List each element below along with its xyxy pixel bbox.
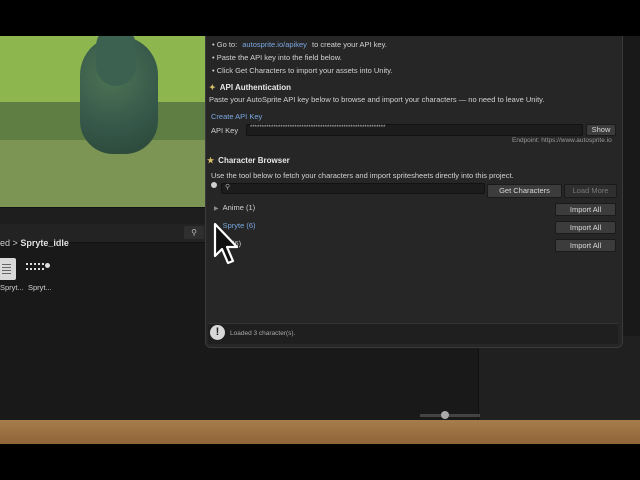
breadcrumb-separator: >	[12, 238, 18, 248]
star-icon: ★	[207, 156, 215, 165]
get-characters-button[interactable]: Get Characters	[487, 184, 562, 198]
scene-footer-bar	[0, 207, 206, 224]
intro-line-1: • Go to: autosprite.io/apikey to create …	[212, 40, 387, 49]
character-browser-heading: ★ Character Browser	[207, 156, 290, 165]
breadcrumb-current[interactable]: Spryte_idle	[20, 238, 69, 248]
chevron-right-icon: ▶	[214, 206, 219, 212]
apikey-link[interactable]: autosprite.io/apikey	[242, 40, 307, 49]
group-anime[interactable]: ▶ Anime (1)	[214, 203, 255, 212]
api-auth-description: Paste your AutoSprite API key below to b…	[209, 95, 545, 104]
asset-label: Spryt...	[28, 283, 52, 292]
load-more-button[interactable]: Load More	[564, 184, 617, 198]
scene-view[interactable]	[0, 36, 206, 207]
warning-icon: !	[210, 325, 225, 340]
import-all-button[interactable]: Import All	[555, 203, 616, 216]
endpoint-text: Endpoint: https://www.autosprite.io	[512, 137, 612, 144]
search-icon: ⚲	[225, 184, 231, 191]
asset-label: Spryt...	[0, 283, 24, 292]
status-text: Loaded 3 character(s).	[230, 330, 296, 337]
inspector-panel	[478, 336, 640, 420]
autosprite-window: • Go to: autosprite.io/apikey to create …	[205, 36, 623, 348]
intro-line-3: • Click Get Characters to import your as…	[212, 66, 393, 75]
import-all-button[interactable]: Import All	[555, 239, 616, 252]
api-key-field[interactable]: ****************************************…	[246, 124, 583, 136]
create-api-key-link[interactable]: Create API Key	[211, 112, 262, 121]
zoom-slider-knob[interactable]	[441, 411, 449, 419]
mouse-cursor-icon	[213, 222, 239, 265]
file-icon[interactable]	[0, 258, 16, 280]
scene-tree-top	[96, 36, 136, 86]
zoom-slider[interactable]	[420, 414, 480, 417]
intro-line-2: • Paste the API key into the field below…	[212, 53, 342, 62]
import-all-button[interactable]: Import All	[555, 221, 616, 234]
api-auth-heading: ✦ API Authentication	[209, 83, 291, 92]
desk-surface	[0, 420, 640, 444]
show-button[interactable]: Show	[586, 124, 616, 136]
browser-options-icon[interactable]	[211, 182, 217, 188]
api-key-value: ****************************************…	[250, 125, 386, 131]
api-key-label: API Key	[211, 126, 239, 135]
sprite-sheet-icon[interactable]	[26, 260, 50, 274]
character-search-input[interactable]: ⚲	[221, 183, 485, 194]
breadcrumb: ed > Spryte_idle	[0, 238, 69, 248]
breadcrumb-parent[interactable]: ed	[0, 238, 10, 248]
key-icon: ✦	[209, 83, 216, 92]
search-icon[interactable]: ⚲	[184, 226, 204, 239]
browser-description: Use the tool below to fetch your charact…	[211, 171, 514, 180]
